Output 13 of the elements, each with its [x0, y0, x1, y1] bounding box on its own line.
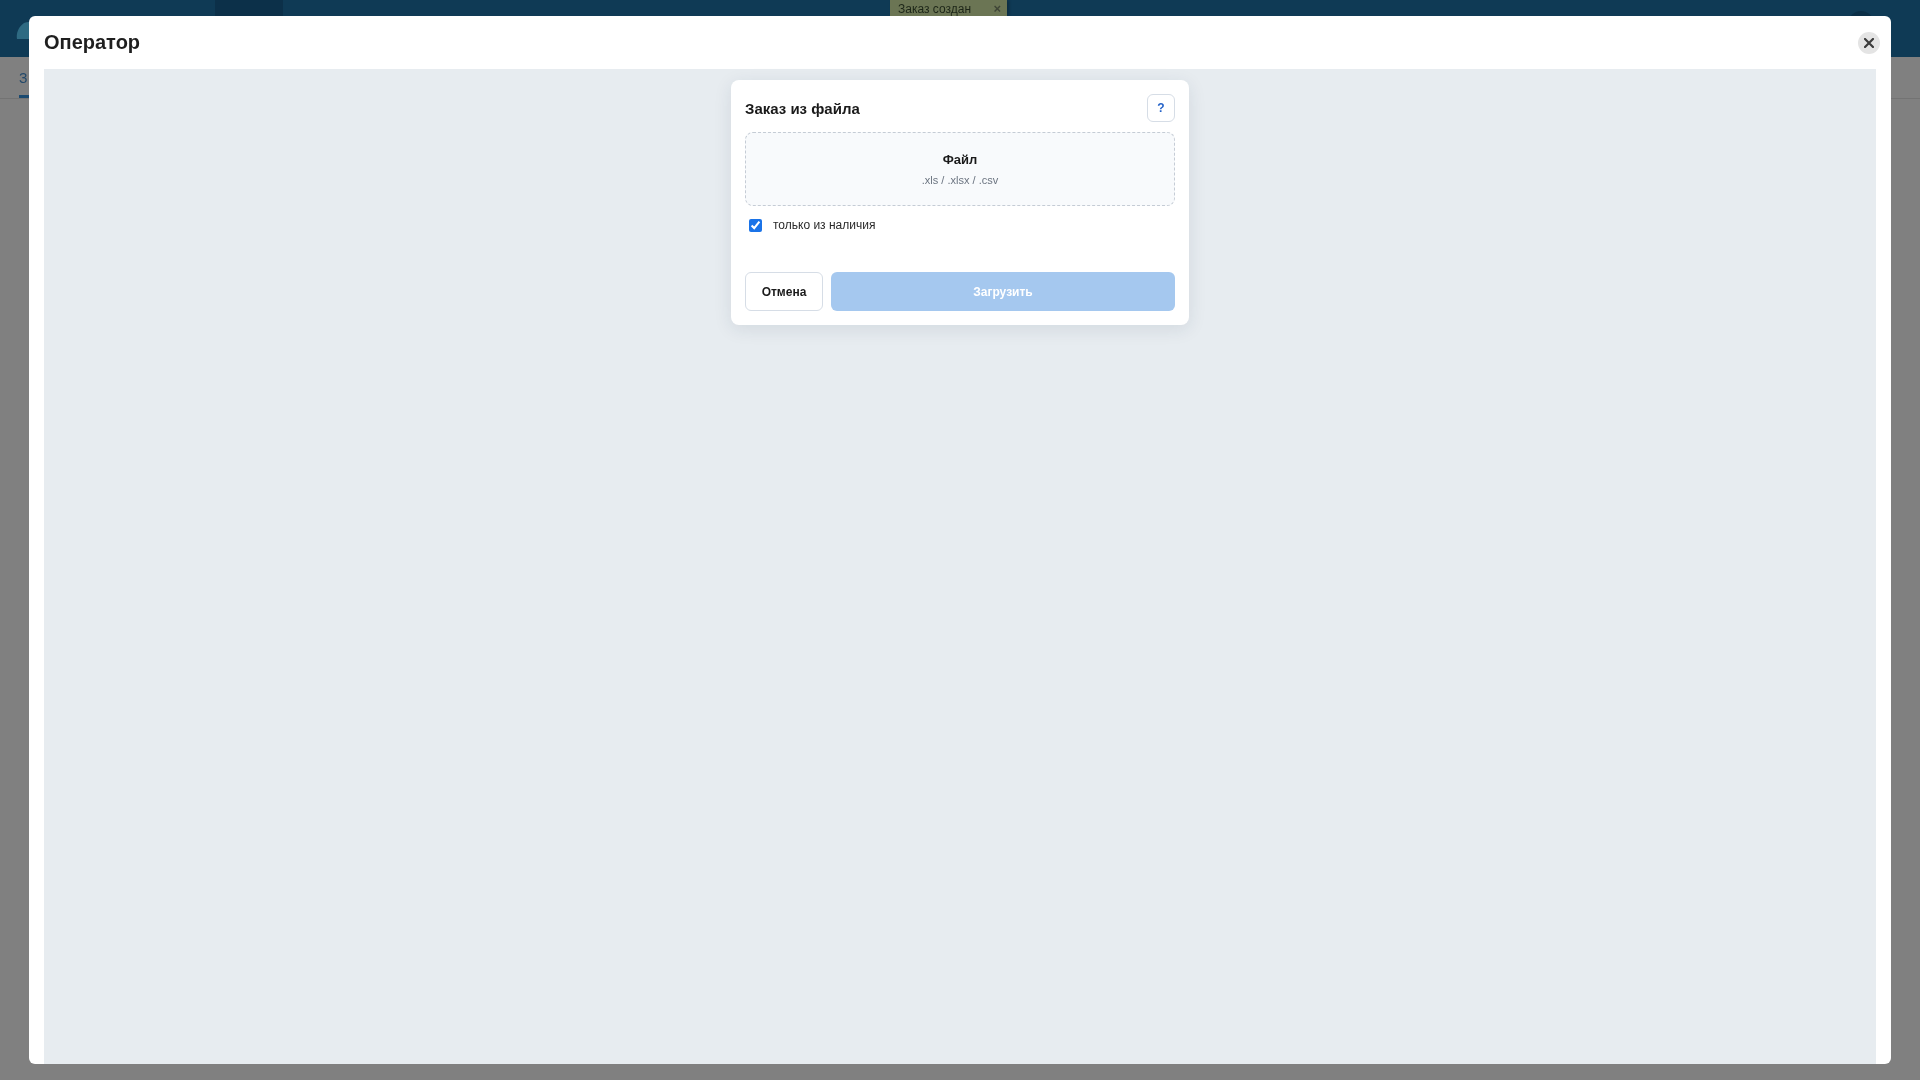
checkbox[interactable]	[749, 218, 762, 232]
close-icon	[1864, 37, 1874, 48]
cancel-button[interactable]: Отмена	[745, 272, 823, 311]
modal-title: Оператор	[44, 31, 141, 54]
dialog-title: Заказ из файла	[745, 99, 860, 117]
close-button[interactable]	[1858, 31, 1880, 54]
file-label: Файл	[942, 152, 978, 167]
leaf-icon	[16, 22, 29, 39]
help-button[interactable]: ?	[1147, 94, 1175, 122]
file-drop-zone[interactable]: Файл .xls / .xlsx / .csv	[745, 132, 1175, 206]
notification-text: Заказ создан	[898, 2, 972, 16]
file-formats-hint: .xls / .xlsx / .csv	[921, 174, 999, 186]
checkbox-label: только из наличия	[773, 218, 876, 232]
